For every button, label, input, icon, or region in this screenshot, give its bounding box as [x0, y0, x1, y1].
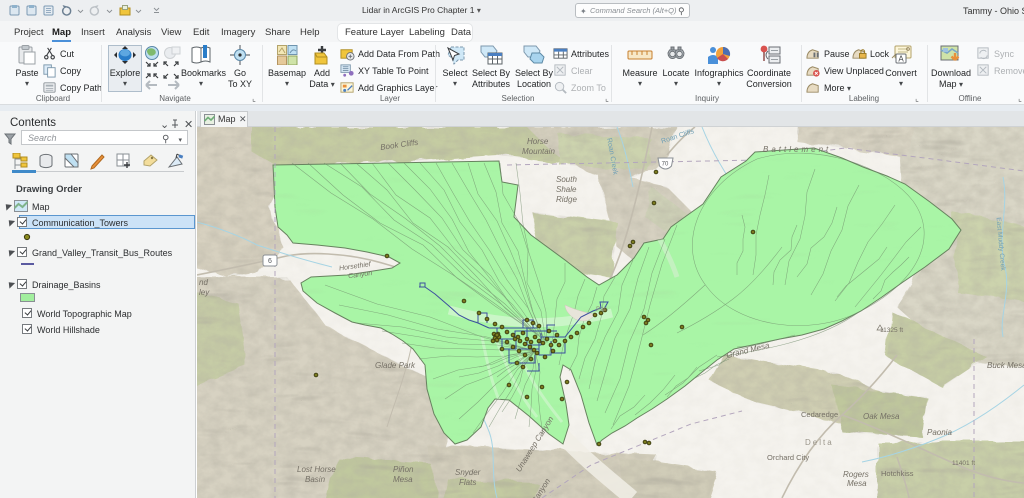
svg-text:Flats: Flats — [459, 478, 476, 487]
svg-text:Ridge: Ridge — [556, 195, 577, 204]
svg-text:Mesa: Mesa — [847, 479, 867, 488]
svg-text:6: 6 — [268, 258, 272, 265]
svg-text:A: A — [898, 55, 904, 64]
svg-text:11325 ft: 11325 ft — [880, 327, 903, 334]
svg-text:Piñon: Piñon — [393, 465, 414, 474]
svg-text:Mesa: Mesa — [393, 475, 413, 484]
svg-text:Oak Mesa: Oak Mesa — [863, 412, 900, 421]
svg-text:Battlement: Battlement — [763, 145, 831, 154]
svg-text:Mountain: Mountain — [522, 147, 555, 156]
svg-text:Shale: Shale — [556, 185, 577, 194]
svg-text:Cedaredge: Cedaredge — [801, 410, 838, 419]
svg-text:Horse: Horse — [527, 137, 549, 146]
svg-text:Glade Park: Glade Park — [375, 361, 416, 370]
svg-text:nd: nd — [199, 278, 208, 287]
svg-text:Snyder: Snyder — [455, 468, 481, 477]
svg-text:Basin: Basin — [305, 475, 326, 484]
svg-text:70: 70 — [662, 162, 669, 168]
svg-text:Hotchkiss: Hotchkiss — [881, 469, 914, 478]
svg-text:Lost Horse: Lost Horse — [297, 465, 336, 474]
svg-text:ley: ley — [199, 288, 210, 297]
svg-text:Rogers: Rogers — [843, 470, 869, 479]
svg-text:South: South — [556, 175, 577, 184]
svg-text:11401 ft: 11401 ft — [952, 460, 975, 467]
svg-text:Buck Mesa: Buck Mesa — [987, 361, 1024, 370]
svg-text:Pali: Pali — [596, 306, 607, 313]
svg-text:Paonia: Paonia — [927, 428, 952, 437]
svg-text:Orchard City: Orchard City — [767, 453, 809, 462]
svg-text:Delta: Delta — [805, 438, 834, 447]
